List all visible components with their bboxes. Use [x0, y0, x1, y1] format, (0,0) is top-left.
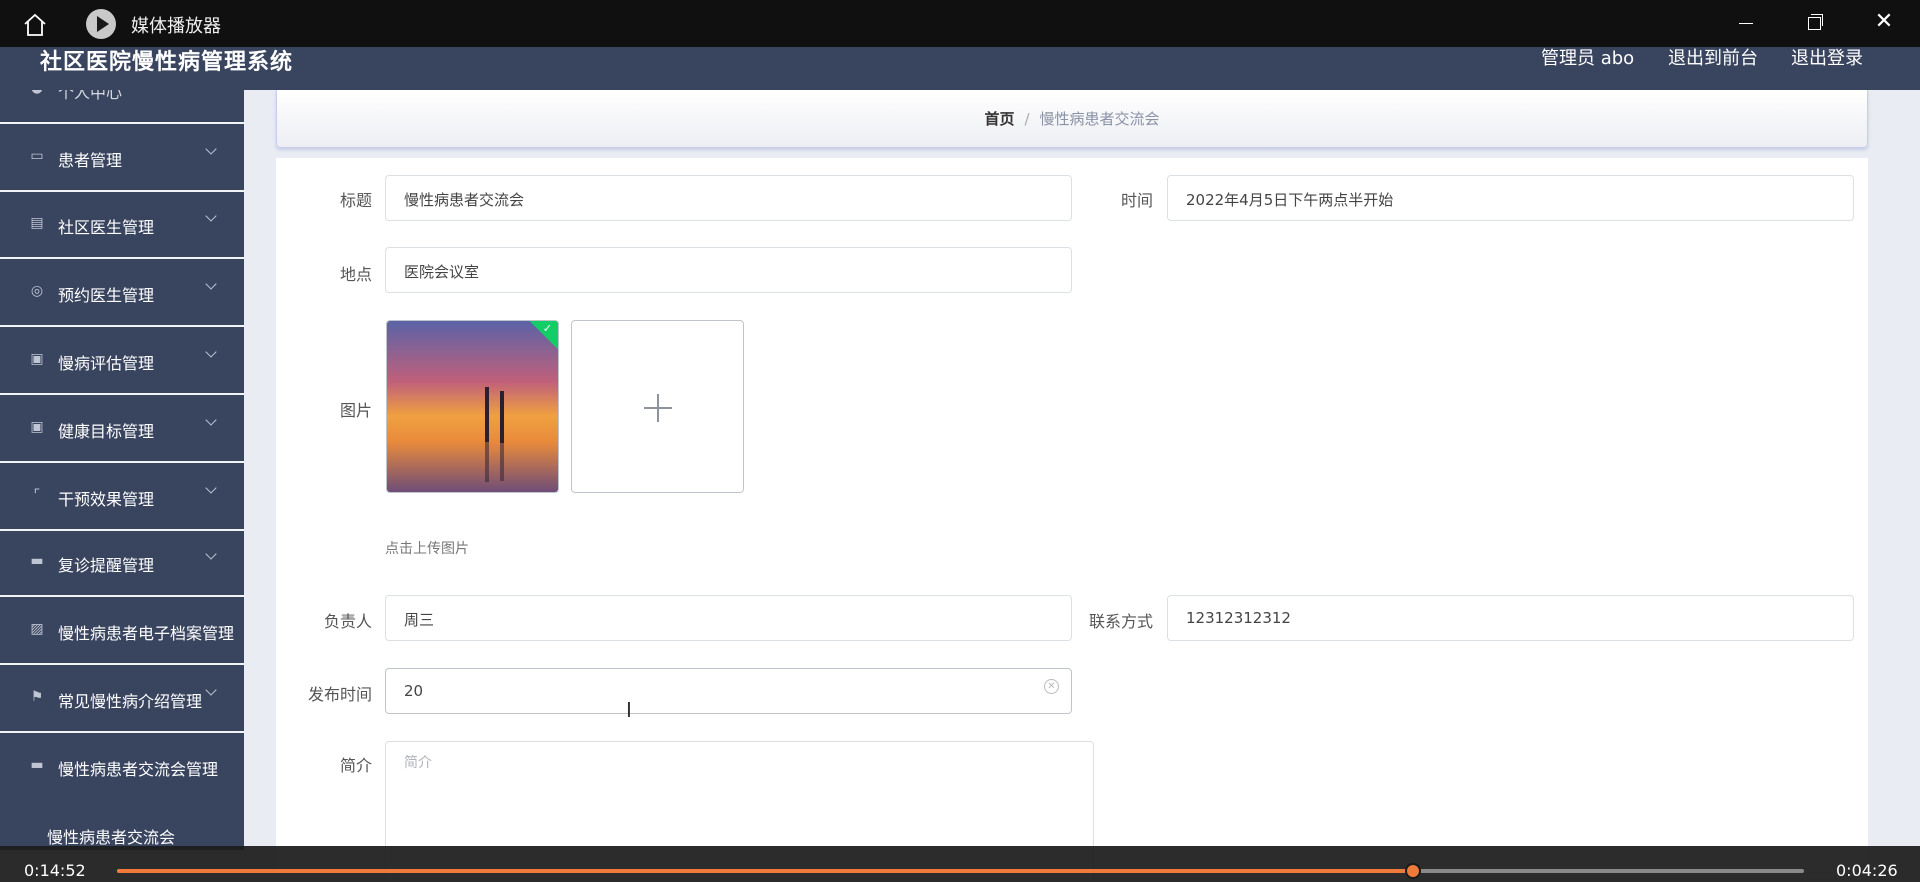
sidebar-item-revisit[interactable]: ▬ 复诊提醒管理: [0, 530, 244, 597]
upload-hint: 点击上传图片: [385, 541, 469, 557]
sidebar-item-personal-center[interactable]: ● 个人中心: [0, 90, 244, 124]
window: 媒体播放器 ✕ 社区医院慢性病管理系统 管理员 abo 退出到前台 退出登录 ●…: [0, 0, 1920, 882]
text-cursor-icon: I: [626, 698, 632, 722]
close-button[interactable]: ✕: [1869, 8, 1899, 38]
player-title: 媒体播放器: [131, 16, 221, 37]
image-label: 图片: [339, 401, 372, 420]
ticket-icon: ▬: [30, 553, 44, 569]
flag-icon: ⚑: [30, 689, 44, 705]
sidebar-item-records[interactable]: ▨ 慢性病患者电子档案管理: [0, 598, 244, 665]
sidebar-item-intervention[interactable]: ⌜ 干预效果管理: [0, 464, 244, 531]
contact-input[interactable]: 12312312312: [1167, 595, 1854, 641]
place-input[interactable]: 医院会议室: [385, 247, 1072, 293]
chevron-down-icon: [205, 684, 217, 696]
play-icon: [86, 9, 116, 39]
sidebar-item-label: 个人中心: [58, 90, 123, 102]
sidebar-item-appointments[interactable]: ◎ 预约医生管理: [0, 260, 244, 327]
sidebar-item-assessment[interactable]: ▣ 慢病评估管理: [0, 328, 244, 395]
elapsed-time: 0:14:52: [24, 861, 86, 880]
restore-button[interactable]: [1800, 8, 1830, 38]
contact-label: 联系方式: [1088, 612, 1153, 631]
player-controls: 0:14:52 0:04:26: [0, 846, 1920, 882]
sidebar-item-label: 慢病评估管理: [58, 354, 155, 373]
sidebar-item-label: 干预效果管理: [58, 490, 155, 509]
chevron-down-icon: [205, 143, 217, 155]
sidebar-item-label: 健康目标管理: [58, 422, 155, 441]
person-icon: ●: [30, 90, 44, 95]
title-label: 标题: [339, 191, 372, 210]
place-label: 地点: [339, 265, 372, 284]
player-title-bar: 媒体播放器 ✕: [0, 0, 1920, 47]
sidebar-item-label: 常见慢性病介绍管理: [58, 692, 203, 711]
seek-progress: [117, 869, 1413, 873]
message-icon: ▬: [30, 757, 44, 773]
chat-icon: ▭: [30, 148, 44, 164]
seek-handle[interactable]: [1404, 863, 1421, 879]
chart-icon: ▨: [30, 621, 44, 637]
sidebar-item-disease-intro[interactable]: ⚑ 常见慢性病介绍管理: [0, 666, 244, 733]
sidebar-subitem-exchange[interactable]: 慢性病患者交流会: [47, 824, 175, 848]
chevron-down-icon: [205, 278, 217, 290]
breadcrumb: 首页 / 慢性病患者交流会: [277, 108, 1867, 129]
sidebar-item-health-goals[interactable]: ▣ 健康目标管理: [0, 396, 244, 463]
breadcrumb-separator: /: [1024, 110, 1030, 128]
owner-label: 负责人: [323, 612, 372, 631]
sidebar-item-label: 复诊提醒管理: [58, 556, 155, 575]
sunset-photo: [387, 321, 558, 492]
title-input[interactable]: 慢性病患者交流会: [385, 175, 1072, 221]
home-icon[interactable]: [20, 10, 50, 40]
minimize-button[interactable]: [1731, 8, 1761, 38]
clear-icon[interactable]: ✕: [1044, 679, 1059, 694]
app-brand: 社区医院慢性病管理系统: [40, 50, 294, 75]
chevron-down-icon: [205, 482, 217, 494]
breadcrumb-home[interactable]: 首页: [984, 110, 1014, 128]
uploaded-image-thumbnail[interactable]: ✓: [386, 320, 559, 493]
chevron-down-icon: [205, 210, 217, 222]
sidebar-item-patients[interactable]: ▭ 患者管理: [0, 125, 244, 192]
sidebar: ● 个人中心 ▭ 患者管理 ▤ 社区医生管理 ◎ 预约医生管理 ▣ 慢病评估管理…: [0, 90, 244, 850]
sidebar-item-exchange[interactable]: ▬ 慢性病患者交流会管理: [0, 734, 244, 801]
time-input[interactable]: 2022年4月5日下午两点半开始: [1167, 175, 1854, 221]
image-upload-button[interactable]: [571, 320, 744, 493]
chevron-down-icon: [205, 346, 217, 358]
admin-user-link[interactable]: 管理员 abo: [1541, 44, 1634, 70]
app-header: 社区医院慢性病管理系统 管理员 abo 退出到前台 退出登录: [0, 44, 1920, 90]
sidebar-item-label: 慢性病患者交流会管理: [58, 760, 219, 779]
sidebar-item-label: 社区医生管理: [58, 218, 155, 237]
logout-link[interactable]: 退出登录: [1791, 44, 1863, 70]
clipboard-check-icon: ▣: [30, 419, 44, 435]
chevron-down-icon: [205, 414, 217, 426]
remaining-time: 0:04:26: [1836, 861, 1898, 880]
sidebar-item-label: 慢性病患者电子档案管理: [58, 624, 235, 643]
publish-time-label: 发布时间: [307, 685, 372, 704]
clipboard-icon: ▤: [30, 215, 44, 231]
sidebar-item-label: 预约医生管理: [58, 286, 155, 305]
chevron-down-icon: [205, 548, 217, 560]
time-label: 时间: [1120, 191, 1153, 210]
owner-input[interactable]: 周三: [385, 595, 1072, 641]
breadcrumb-bar: 首页 / 慢性病患者交流会: [276, 90, 1868, 148]
compass-icon: ◎: [30, 283, 44, 299]
sidebar-item-label: 患者管理: [58, 151, 123, 170]
check-icon: ✓: [542, 322, 552, 335]
scan-icon: ⌜: [33, 487, 41, 503]
publish-time-input[interactable]: 20: [385, 668, 1072, 714]
seek-bar[interactable]: [117, 863, 1804, 879]
clipboard-x-icon: ▣: [30, 351, 44, 367]
breadcrumb-current: 慢性病患者交流会: [1039, 110, 1160, 128]
front-page-link[interactable]: 退出到前台: [1668, 44, 1758, 70]
sidebar-item-doctors[interactable]: ▤ 社区医生管理: [0, 192, 244, 259]
intro-label: 简介: [339, 756, 372, 775]
